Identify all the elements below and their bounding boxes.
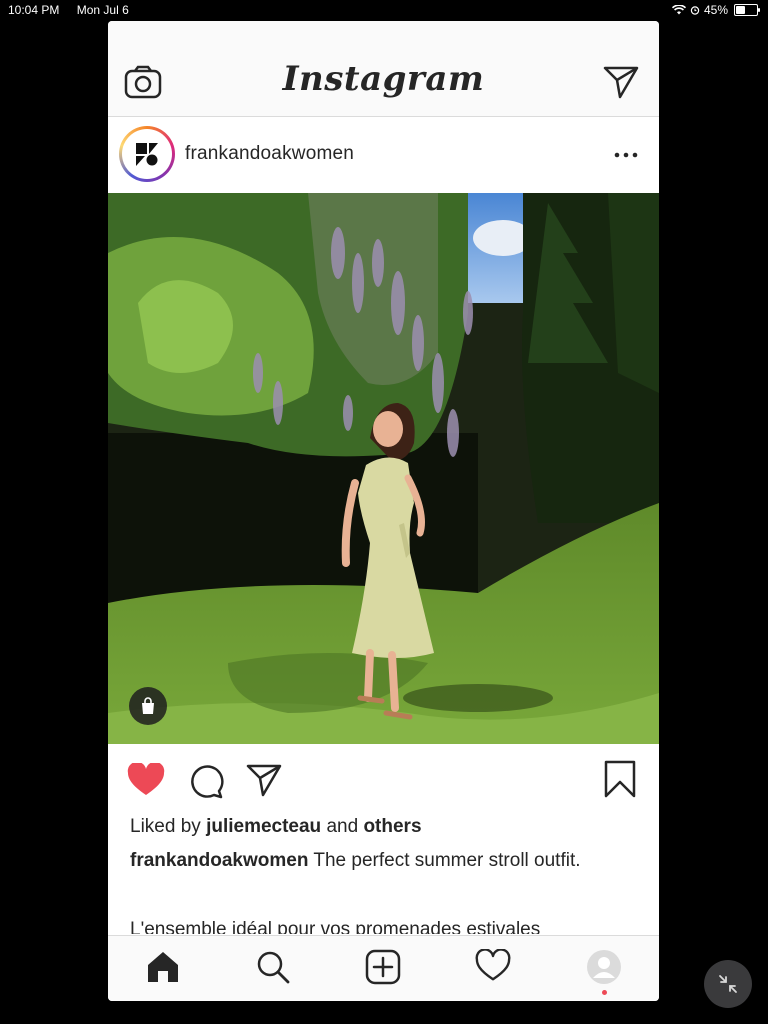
heart-filled-icon[interactable] [127, 763, 165, 797]
wifi-icon [671, 5, 686, 15]
post-caption-area: Liked by juliemecteau and others frankan… [108, 814, 659, 934]
brand-logo-icon [136, 143, 158, 166]
heart-icon[interactable] [473, 949, 513, 989]
post-actions [108, 744, 659, 814]
likes-others[interactable]: others [363, 816, 421, 837]
caption-second-line: L'ensemble idéal pour vos promenades est… [130, 919, 541, 934]
avatar[interactable] [119, 126, 175, 182]
status-time: 10:04 PM [8, 3, 60, 17]
bookmark-icon[interactable] [604, 760, 636, 798]
instagram-logo: Instagram [282, 59, 485, 99]
collapse-arrows-icon [719, 975, 737, 993]
post-caption: frankandoakwomen The perfect summer stro… [130, 849, 600, 873]
liked-by-user[interactable]: juliemecteau [206, 816, 321, 837]
likes-prefix: Liked by [130, 816, 201, 837]
post-header: frankandoakwomen [108, 117, 659, 193]
post-username[interactable]: frankandoakwomen [185, 143, 354, 165]
battery-percent: 45% [703, 3, 728, 17]
notification-dot [602, 990, 607, 995]
add-icon[interactable] [363, 949, 403, 989]
more-horizontal-icon[interactable] [613, 145, 639, 165]
likes-summary[interactable]: Liked by juliemecteau and others [130, 816, 422, 838]
bottom-tab-bar [108, 935, 659, 1001]
post-image[interactable] [108, 193, 659, 744]
home-icon[interactable] [143, 949, 183, 989]
likes-and: and [326, 816, 359, 837]
collapse-window-button[interactable] [704, 960, 752, 1008]
share-icon[interactable] [246, 763, 282, 797]
profile-icon[interactable] [584, 949, 624, 989]
status-bar: 10:04 PM Mon Jul 6 45% [0, 0, 768, 20]
paper-plane-icon[interactable] [603, 65, 639, 99]
post-photo-graphic [108, 193, 659, 744]
top-bar: Instagram [108, 21, 659, 117]
search-icon[interactable] [253, 949, 293, 989]
status-date: Mon Jul 6 [76, 3, 129, 17]
alarm-icon [690, 6, 700, 15]
battery-icon [734, 4, 760, 16]
comment-icon[interactable] [188, 763, 224, 799]
caption-text: The perfect summer stroll outfit. [313, 850, 581, 871]
caption-username[interactable]: frankandoakwomen [130, 850, 308, 871]
shopping-bag-icon[interactable] [129, 687, 167, 725]
instagram-app: Instagram frankandoakwomen Liked by juli… [108, 21, 659, 1001]
